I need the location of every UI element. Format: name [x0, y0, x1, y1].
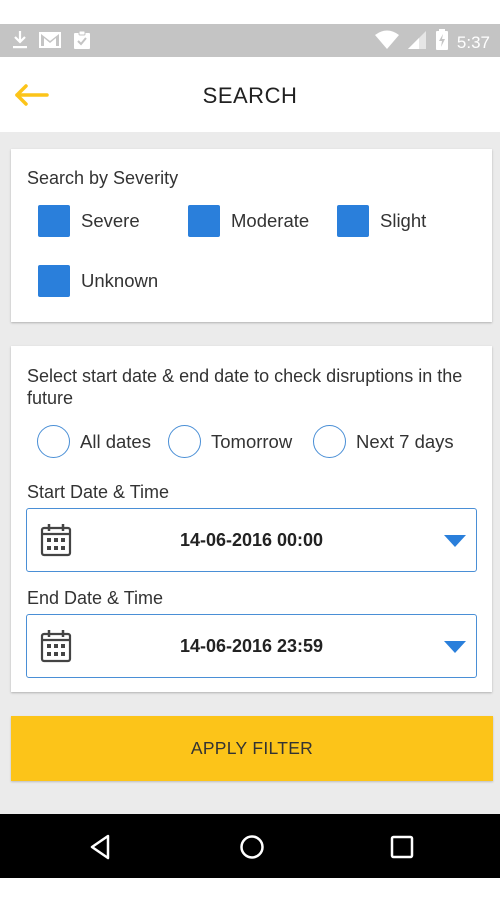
severity-checkbox-severe[interactable]: Severe [38, 205, 140, 237]
date-range-card: Select start date & end date to check di… [11, 346, 492, 692]
checkbox[interactable] [337, 205, 369, 237]
checkbox-label: Slight [380, 210, 427, 231]
checkbox-label: Unknown [81, 270, 159, 291]
severity-checkbox-unknown[interactable]: Unknown [38, 265, 158, 297]
battery-charging-icon [435, 29, 449, 56]
radio-next-7-days[interactable]: Next 7 days [313, 425, 454, 458]
radio-button[interactable] [313, 425, 346, 458]
checkbox[interactable] [188, 205, 220, 237]
checkbox[interactable] [38, 205, 70, 237]
status-bar: 5:37 [0, 24, 500, 57]
status-system: 5:37 [374, 29, 490, 56]
start-date-value: 14-06-2016 00:00 [179, 530, 324, 550]
end-date-picker[interactable]: 14-06-2016 23:59 [26, 614, 477, 678]
app-bar: SEARCH [0, 57, 500, 132]
navigation-bar [0, 814, 500, 878]
checkbox-label: Moderate [231, 210, 310, 231]
start-date-label: Start Date & Time [27, 482, 170, 502]
search-filter-content: Search by Severity Severe Moderate Sligh… [0, 132, 500, 814]
back-triangle-icon[interactable] [86, 832, 116, 862]
severity-checkbox-slight[interactable]: Slight [337, 205, 426, 237]
signal-icon [407, 30, 427, 55]
radio-button[interactable] [168, 425, 201, 458]
radio-label: Next 7 days [356, 430, 454, 452]
start-date-picker[interactable]: 14-06-2016 00:00 [26, 508, 477, 572]
end-date-value: 14-06-2016 23:59 [179, 636, 324, 656]
status-time: 5:37 [456, 32, 490, 52]
radio-tomorrow[interactable]: Tomorrow [168, 425, 292, 458]
status-notifications [12, 30, 92, 55]
severity-card: Search by Severity Severe Moderate Sligh… [11, 149, 492, 322]
home-circle-icon[interactable] [237, 832, 267, 862]
clipboard-check-icon [72, 30, 92, 55]
gmail-icon [38, 30, 62, 55]
date-heading: Select start date & end date to check di… [27, 366, 463, 408]
apply-filter-button[interactable]: APPLY FILTER [11, 716, 493, 781]
severity-checkbox-moderate[interactable]: Moderate [188, 205, 309, 237]
page-title: SEARCH [202, 83, 298, 108]
dropdown-arrow-icon [444, 534, 466, 552]
dropdown-arrow-icon [444, 640, 466, 658]
severity-heading: Search by Severity [27, 168, 179, 188]
radio-all-dates[interactable]: All dates [37, 425, 151, 458]
checkbox-label: Severe [81, 210, 140, 231]
radio-label: Tomorrow [211, 430, 293, 452]
end-date-label: End Date & Time [27, 588, 164, 608]
download-icon [12, 30, 28, 55]
radio-button[interactable] [37, 425, 70, 458]
recents-square-icon[interactable] [387, 832, 417, 862]
checkbox[interactable] [38, 265, 70, 297]
wifi-icon [374, 30, 399, 55]
radio-label: All dates [80, 430, 151, 452]
